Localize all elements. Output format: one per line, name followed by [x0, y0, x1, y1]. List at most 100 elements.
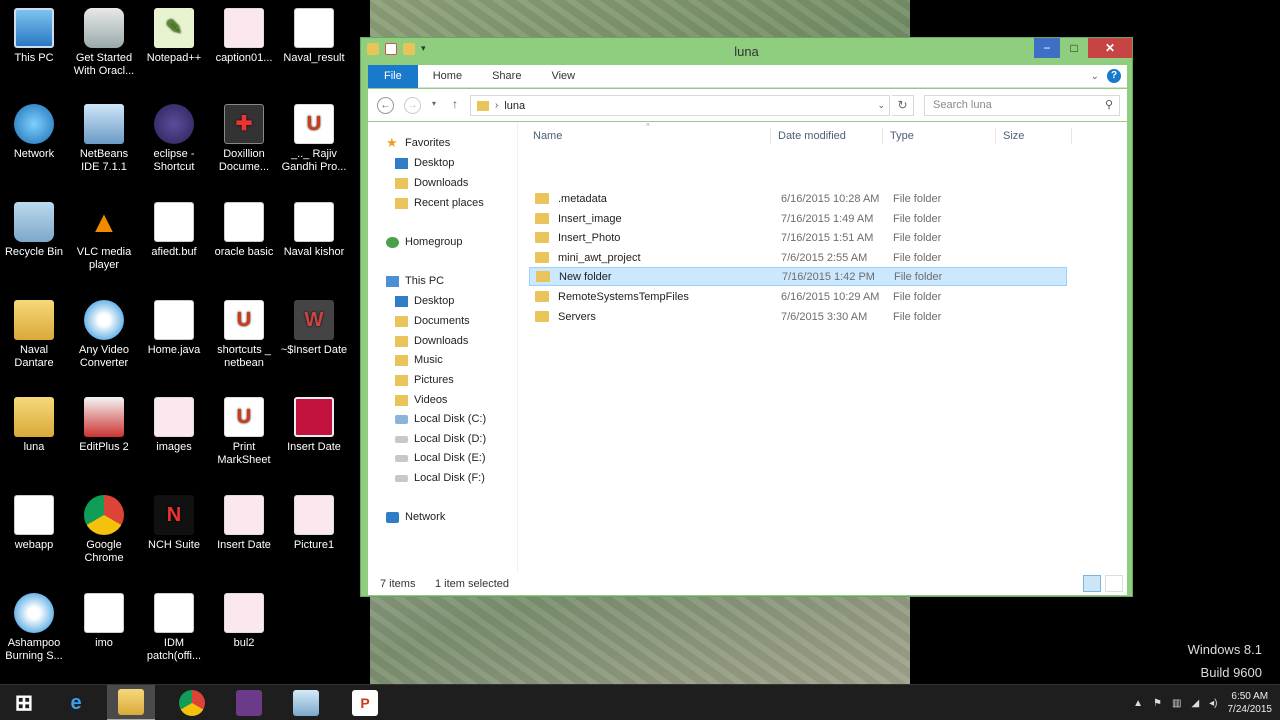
desktop-icon-picture1[interactable]: Picture1: [280, 495, 348, 552]
nav-favorites-downloads[interactable]: Downloads: [395, 174, 468, 192]
desktop-icon-idm-patch[interactable]: IDM patch(offi...: [140, 593, 208, 663]
column-divider[interactable]: [882, 128, 883, 144]
file-row-selected[interactable]: New folder 7/16/2015 1:42 PM File folder: [529, 267, 1067, 286]
clock[interactable]: 6:50 AM 7/24/2015: [1228, 690, 1273, 716]
breadcrumb-separator[interactable]: ›: [495, 100, 498, 111]
nav-local-disk-c[interactable]: Local Disk (C:): [395, 410, 486, 428]
back-button[interactable]: ←: [377, 97, 394, 114]
nav-pc-videos[interactable]: Videos: [395, 391, 447, 409]
tab-share[interactable]: Share: [477, 65, 536, 88]
nav-network[interactable]: Network: [386, 508, 445, 526]
desktop-icon-imo[interactable]: imo: [70, 593, 138, 650]
desktop-icon-luna[interactable]: luna: [0, 397, 68, 454]
desktop-icon-naval-dantare[interactable]: Naval Dantare: [0, 300, 68, 370]
volume-icon[interactable]: ◂): [1209, 698, 1217, 709]
nav-pc-music[interactable]: Music: [395, 351, 443, 369]
desktop-icon-rajiv-gandhi[interactable]: U _.._ Rajiv Gandhi Pro...: [280, 104, 348, 174]
desktop-icon-home-java[interactable]: Home.java: [140, 300, 208, 357]
show-hidden-icons-icon[interactable]: ▲: [1133, 698, 1143, 709]
desktop-icon-bul2[interactable]: bul2: [210, 593, 278, 650]
desktop-icon-netbeans[interactable]: NetBeans IDE 7.1.1: [70, 104, 138, 174]
desktop-icon-print-marksheet[interactable]: U Print MarkSheet: [210, 397, 278, 467]
recent-locations-dropdown[interactable]: ▾: [432, 99, 436, 108]
wifi-signal-icon[interactable]: ◢: [1191, 698, 1199, 709]
start-button[interactable]: ⊞: [0, 685, 48, 720]
column-divider[interactable]: [1071, 128, 1072, 144]
desktop-icon-ashampoo[interactable]: Ashampoo Burning S...: [0, 593, 68, 663]
desktop-icon-afiedt[interactable]: afiedt.buf: [140, 202, 208, 259]
large-icons-view-button[interactable]: [1105, 575, 1123, 592]
file-row[interactable]: RemoteSystemsTempFiles 6/16/2015 10:29 AM…: [529, 287, 1067, 306]
desktop-icon-naval-kishor[interactable]: Naval kishor: [280, 202, 348, 259]
minimize-button[interactable]: −: [1034, 38, 1060, 58]
breadcrumb-luna[interactable]: luna: [504, 100, 525, 112]
column-divider[interactable]: [995, 128, 996, 144]
desktop-icon-oracle[interactable]: Get Started With Oracl...: [70, 8, 138, 78]
desktop-icon-doxillion[interactable]: ✚ Doxillion Docume...: [210, 104, 278, 174]
refresh-button[interactable]: ↻: [892, 95, 914, 116]
up-button[interactable]: ↑: [452, 97, 458, 111]
address-dropdown-icon[interactable]: ⌄: [877, 100, 889, 111]
desktop-icon-caption[interactable]: caption01...: [210, 8, 278, 65]
column-date-modified[interactable]: Date modified: [778, 130, 846, 142]
desktop-icon-insert-date[interactable]: Insert Date: [280, 397, 348, 454]
action-center-flag-icon[interactable]: ⚑: [1153, 698, 1162, 709]
nav-homegroup[interactable]: Homegroup: [386, 233, 462, 251]
close-button[interactable]: ✕: [1088, 38, 1132, 58]
taskbar-internet-explorer[interactable]: e: [52, 685, 100, 720]
desktop-icon-webapp[interactable]: webapp: [0, 495, 68, 552]
nav-pc-documents[interactable]: Documents: [395, 312, 470, 330]
file-row[interactable]: mini_awt_project 7/6/2015 2:55 AM File fol…: [529, 248, 1067, 267]
column-divider[interactable]: [770, 128, 771, 144]
nav-recent-places[interactable]: Recent places: [395, 194, 484, 212]
desktop-icon-naval-result[interactable]: Naval_result: [280, 8, 348, 65]
file-row[interactable]: Insert_Photo 7/16/2015 1:51 AM File folder: [529, 228, 1067, 247]
taskbar-powerpoint[interactable]: P: [341, 685, 389, 720]
desktop-icon-nch-suite[interactable]: N NCH Suite: [140, 495, 208, 552]
taskbar-chrome[interactable]: [168, 685, 216, 720]
file-row[interactable]: Insert_image 7/16/2015 1:49 AM File folder: [529, 209, 1067, 228]
maximize-button[interactable]: □: [1061, 38, 1087, 58]
desktop-icon-editplus[interactable]: EditPlus 2: [70, 397, 138, 454]
search-input[interactable]: Search luna ⚲: [924, 95, 1120, 116]
desktop-icon-recycle-bin[interactable]: Recycle Bin: [0, 202, 68, 259]
nav-favorites[interactable]: ★ Favorites: [386, 134, 450, 152]
column-name[interactable]: Name: [533, 130, 562, 142]
desktop-icon-any-video-converter[interactable]: Any Video Converter: [70, 300, 138, 370]
nav-pc-pictures[interactable]: Pictures: [395, 371, 454, 389]
desktop-icon-images[interactable]: images: [140, 397, 208, 454]
column-size[interactable]: Size: [1003, 130, 1024, 142]
column-type[interactable]: Type: [890, 130, 914, 142]
forward-button[interactable]: →: [404, 97, 421, 114]
taskbar-app[interactable]: [225, 685, 273, 720]
details-view-button[interactable]: [1083, 575, 1101, 592]
tab-home[interactable]: Home: [418, 65, 477, 88]
nav-local-disk-f[interactable]: Local Disk (F:): [395, 469, 485, 487]
nav-pc-desktop[interactable]: Desktop: [395, 292, 454, 310]
nav-pc-downloads[interactable]: Downloads: [395, 332, 468, 350]
nav-favorites-desktop[interactable]: Desktop: [395, 154, 454, 172]
taskbar-app[interactable]: [282, 685, 330, 720]
title-bar[interactable]: ▾ luna − □ ✕: [361, 38, 1132, 64]
desktop-icon-insert-date-img[interactable]: Insert Date: [210, 495, 278, 552]
desktop-icon-oracle-basic[interactable]: oracle basic: [210, 202, 278, 259]
address-bar[interactable]: › luna ⌄: [470, 95, 890, 116]
desktop-icon-this-pc[interactable]: This PC: [0, 8, 68, 65]
network-status-icon[interactable]: ▥: [1172, 698, 1181, 709]
desktop-icon-insert-date-temp[interactable]: W ~$Insert Date: [280, 300, 348, 357]
tab-view[interactable]: View: [536, 65, 590, 88]
desktop-icon-chrome[interactable]: Google Chrome: [70, 495, 138, 565]
nav-local-disk-e[interactable]: Local Disk (E:): [395, 449, 486, 467]
file-row[interactable]: .metadata 6/16/2015 10:28 AM File folder: [529, 189, 1067, 208]
desktop-icon-shortcuts-netbean[interactable]: Ushortcuts _ netbean: [210, 300, 278, 370]
desktop-icon-vlc[interactable]: ▲ VLC media player: [70, 202, 138, 272]
desktop-icon-network[interactable]: Network: [0, 104, 68, 161]
desktop-icon-eclipse[interactable]: eclipse - Shortcut: [140, 104, 208, 174]
desktop-icon-notepadpp[interactable]: ✎ Notepad++: [140, 8, 208, 65]
nav-local-disk-d[interactable]: Local Disk (D:): [395, 430, 486, 448]
help-icon[interactable]: ?: [1107, 69, 1121, 83]
expand-ribbon-icon[interactable]: ⌄: [1091, 71, 1099, 82]
nav-this-pc[interactable]: This PC: [386, 272, 444, 290]
tab-file[interactable]: File: [368, 64, 418, 88]
taskbar-file-explorer[interactable]: [107, 685, 155, 720]
